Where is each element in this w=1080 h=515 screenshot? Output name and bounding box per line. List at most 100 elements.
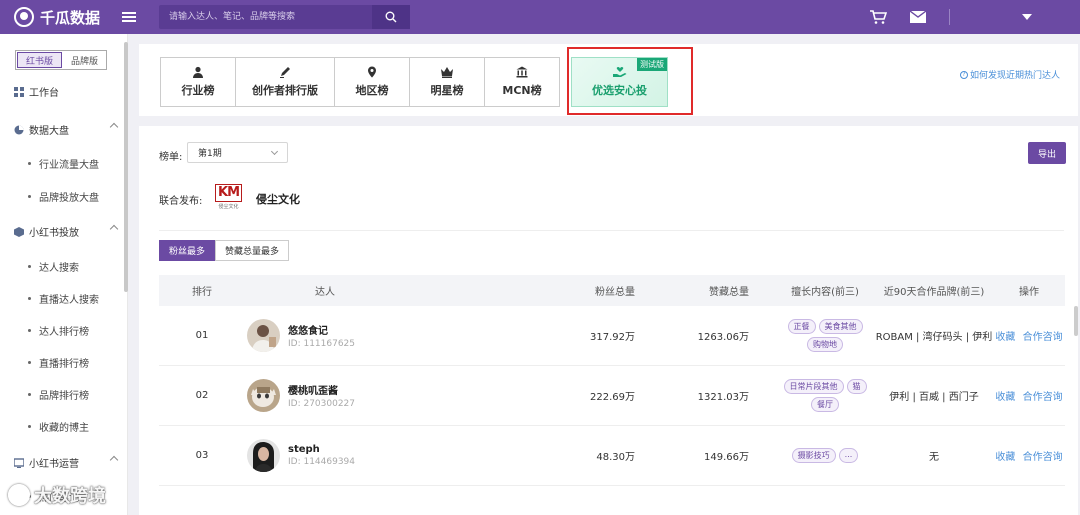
export-button[interactable]: 导出 [1028,142,1066,164]
user-cell[interactable]: 樱桃叽歪酱 ID: 270300227 [245,379,545,412]
tab-industry[interactable]: 行业榜 [160,57,236,107]
more-tag[interactable]: ... [838,448,859,463]
version-xhs[interactable]: 红书版 [17,52,62,68]
sidebar-sub-kol-search[interactable]: 达人搜索 [28,259,79,274]
tab-label: 行业榜 [181,84,215,97]
top-divider [949,9,950,25]
table-row: 01 悠悠食记 ID: 111167625 317.92万 1263.06万 正… [159,306,1065,366]
top-bar: 千瓜数据 [0,0,1080,34]
watermark-text: 大数跨境 [34,486,106,507]
user-cell[interactable]: steph ID: 114469394 [245,439,545,472]
period-select[interactable]: 第1期 [187,142,288,163]
period-value: 第1期 [198,149,222,159]
chevron-up-icon [109,224,119,234]
rank-number: 01 [195,330,209,341]
user-id: ID: 114469394 [288,457,356,467]
sidebar-item-xhs-ad[interactable]: 小红书投放 [14,224,119,239]
search-box [159,5,410,29]
user-name[interactable]: 樱桃叽歪酱 [288,382,355,397]
avatar[interactable] [247,439,280,472]
avatar[interactable] [247,379,280,412]
fans-count: 48.30万 [596,452,635,463]
version-brand[interactable]: 品牌版 [63,51,106,69]
ops-cell: 收藏 合作咨询 [993,328,1065,343]
favorite-link[interactable]: 收藏 [995,452,1015,463]
filter-label: 榜单: [159,152,183,163]
consult-link[interactable]: 合作咨询 [1023,332,1063,343]
rank-number: 03 [195,450,209,461]
tags-cell: 正餐 美食其他 购物地 [775,319,875,352]
sidebar-item-workbench[interactable]: 工作台 [14,84,114,99]
cart-icon[interactable] [869,9,887,25]
sidebar-sub-industry-flow[interactable]: 行业流量大盘 [28,156,99,171]
user-name[interactable]: steph [288,444,355,455]
header-likes: 赞藏总量 [709,287,749,298]
highlight-box [567,47,693,115]
version-switch: 红书版 品牌版 [15,50,107,70]
sidebar-sub-favorites[interactable]: 收藏的博主 [28,419,89,434]
content-tag: 摄影技巧 [791,448,836,463]
sort-tabs: 粉丝最多 赞藏总量最多 [159,240,290,261]
tv-icon [14,457,24,468]
mail-icon[interactable] [909,9,927,25]
user-dropdown-icon[interactable] [1022,14,1032,20]
rank-list-panel: 榜单: 第1期 导出 联合发布: KM 侵尘文化 侵尘文化 粉丝最多 赞藏总量最… [139,126,1078,515]
tab-mcn[interactable]: MCN榜 [484,57,560,107]
favorite-link[interactable]: 收藏 [995,392,1015,403]
sidebar-item-xhs-ops[interactable]: 小红书运营 [14,455,119,470]
sort-tab-likes[interactable]: 赞藏总量最多 [215,240,290,261]
content-tag: 日常片段其他 [783,379,844,394]
brand-name: 千瓜数据 [40,8,101,27]
user-id: ID: 111167625 [288,339,356,349]
chevron-down-icon [270,147,279,156]
header-brands: 近90天合作品牌(前三) [883,287,985,298]
tab-label: 创作者排行版 [252,84,318,97]
sidebar-sub-brand-rank[interactable]: 品牌排行榜 [28,387,89,402]
table-row: 02 樱桃叽歪酱 ID: 270300227 222.69万 1321.03万 … [159,366,1065,426]
sidebar-sub-live-search[interactable]: 直播达人搜索 [28,291,99,306]
help-link[interactable]: ? 如何发现近期热门达人 [959,68,1060,81]
sidebar-label: 小红书投放 [29,228,79,239]
content-tag: 美食其他 [818,319,863,334]
person-icon [193,66,203,78]
rank-number: 02 [195,390,209,401]
sidebar-label: 工作台 [29,88,59,99]
top-icons [869,0,1080,34]
logo[interactable]: 千瓜数据 [14,7,100,28]
tab-creator[interactable]: 创作者排行版 [235,57,335,107]
help-link-text: 如何发现近期热门达人 [969,71,1060,81]
sidebar-item-data-overview[interactable]: 数据大盘 [14,122,119,137]
logo-icon [14,7,34,27]
consult-link[interactable]: 合作咨询 [1023,392,1063,403]
sidebar-scrollbar[interactable] [124,42,128,292]
table-scrollbar[interactable] [1074,306,1078,336]
sidebar-label: 小红书运营 [29,459,79,470]
user-id: ID: 270300227 [288,399,356,409]
avatar[interactable] [247,319,280,352]
sort-tab-fans[interactable]: 粉丝最多 [159,240,216,261]
content-tag: 正餐 [787,319,816,334]
crown-icon [441,67,453,78]
chevron-up-icon [109,122,119,132]
user-cell[interactable]: 悠悠食记 ID: 111167625 [245,319,545,352]
pen-icon [280,67,290,78]
chevron-up-icon [109,455,119,465]
ops-cell: 收藏 合作咨询 [993,388,1065,403]
likes-count: 1321.03万 [697,392,749,403]
sidebar: 红书版 品牌版 工作台 数据大盘 行业流量大盘 品牌投放大盘 小红书投放 达人搜… [0,34,128,515]
favorite-link[interactable]: 收藏 [995,332,1015,343]
sidebar-sub-kol-rank[interactable]: 达人排行榜 [28,323,89,338]
menu-toggle-icon[interactable] [122,12,137,22]
sidebar-sub-brand-ad[interactable]: 品牌投放大盘 [28,189,99,204]
sidebar-sub-live-rank[interactable]: 直播排行榜 [28,355,89,370]
user-name[interactable]: 悠悠食记 [288,322,355,337]
watermark: 大数跨境 [8,482,106,508]
tab-star[interactable]: 明星榜 [409,57,485,107]
search-input[interactable] [159,5,372,29]
table-row: 03 steph ID: 114469394 48.30万 149.66万 摄影… [159,426,1065,486]
tab-region[interactable]: 地区榜 [334,57,410,107]
ops-cell: 收藏 合作咨询 [993,448,1065,463]
search-button[interactable] [372,5,410,29]
consult-link[interactable]: 合作咨询 [1023,452,1063,463]
tags-cell: 日常片段其他 猫 餐厅 [775,379,875,412]
